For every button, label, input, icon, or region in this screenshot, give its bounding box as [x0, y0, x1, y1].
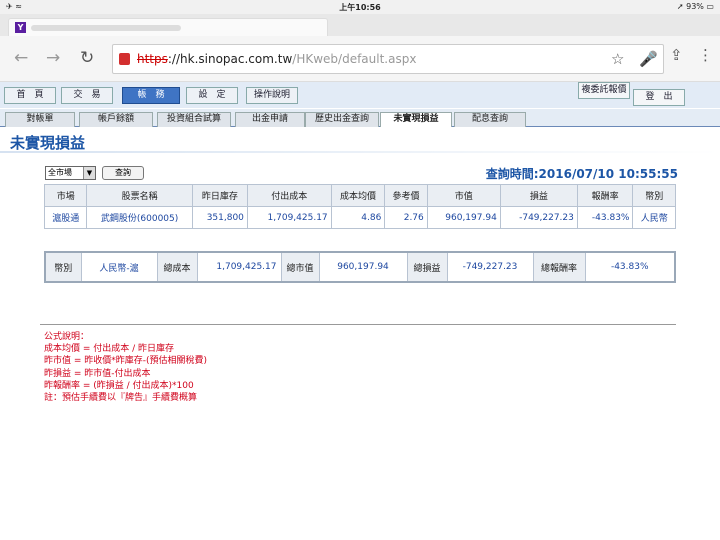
summary-pl: -749,227.23	[446, 251, 534, 283]
clock: 上午10:56	[339, 3, 381, 12]
formula-line: 成本均價 = 付出成本 / 昨日庫存	[44, 344, 175, 355]
top-menu: 首 頁 交 易 帳 務 設 定 操作說明 複委託報價 登 出	[0, 82, 720, 108]
summary-currency-label: 幣別	[44, 251, 82, 283]
col-pl: 損益	[499, 184, 578, 207]
more-menu-icon[interactable]: ⋮	[698, 46, 713, 64]
tab-unrealized-pl[interactable]: 未實現損益	[380, 112, 452, 127]
summary-currency: 人民幣-滬	[80, 251, 158, 283]
query-time: 查詢時間:2016/07/10 10:55:55	[485, 167, 678, 181]
url-text: https://hk.sinopac.com.tw/HKweb/default.…	[137, 52, 417, 66]
col-mv: 市值	[426, 184, 501, 207]
logout-button[interactable]: 登 出	[633, 89, 685, 106]
tab-withdraw[interactable]: 出金申請	[235, 112, 305, 127]
tab-portfolio[interactable]: 投資組合試算	[157, 112, 231, 127]
quote-button[interactable]: 複委託報價	[578, 82, 630, 99]
summary-mv-label: 總市值	[280, 251, 320, 283]
query-button[interactable]: 查詢	[102, 166, 144, 180]
cell-market: 滬股通	[43, 206, 88, 229]
formula-line: 昨報酬率 = (昨損益 / 付出成本)*100	[44, 380, 194, 391]
col-ref: 參考價	[384, 184, 428, 207]
chevron-down-icon: ▼	[83, 167, 95, 179]
tab-withdraw-history[interactable]: 歷史出金查詢	[305, 112, 379, 127]
cell-mv: 960,197.94	[426, 206, 501, 229]
tab-dividend[interactable]: 配息查詢	[454, 112, 526, 127]
formula-line: 昨市值 = 昨收價*昨庫存-(預估相關稅費)	[44, 356, 208, 367]
summary-table: 幣別 人民幣-滬 總成本 1,709,425.17 總市值 960,197.94…	[44, 251, 676, 283]
col-ccy: 幣別	[632, 184, 676, 207]
col-rr: 報酬率	[576, 184, 634, 207]
cell-rr: -43.83%	[576, 206, 634, 229]
menu-help[interactable]: 操作說明	[246, 87, 298, 104]
tab-balance[interactable]: 帳戶餘額	[79, 112, 153, 127]
menu-trade[interactable]: 交 易	[61, 87, 113, 104]
summary-cost-label: 總成本	[156, 251, 198, 283]
url-field[interactable]: https://hk.sinopac.com.tw/HKweb/default.…	[112, 44, 664, 74]
menu-home[interactable]: 首 頁	[4, 87, 56, 104]
table-row: 滬股通 武鋼股份(600005) 351,800 1,709,425.17 4.…	[43, 206, 676, 229]
market-select[interactable]: 全市場 ▼	[45, 166, 96, 180]
tab-title-blurred	[31, 25, 181, 31]
page-title: 未實現損益	[10, 134, 86, 152]
browser-tab-strip: Y	[0, 14, 720, 36]
col-cost: 付出成本	[246, 184, 332, 207]
yahoo-favicon-icon: Y	[15, 22, 26, 33]
holdings-table: 市場 股票名稱 昨日庫存 付出成本 成本均價 參考價 市值 損益 報酬率 幣別 …	[43, 184, 676, 229]
sub-tabs: 對帳單 帳戶餘額 投資組合試算 出金申請 歷史出金查詢 未實現損益 配息查詢	[0, 109, 720, 127]
forward-arrow-icon[interactable]: →	[46, 48, 60, 68]
bookmark-star-icon[interactable]: ☆	[611, 50, 624, 68]
status-bar: ✈ ≈ 上午10:56 ➚ 93% ▭	[0, 0, 720, 14]
cell-avg: 4.86	[330, 206, 386, 229]
title-underline	[0, 151, 720, 153]
formula-notes: 公式說明： 成本均價 = 付出成本 / 昨日庫存 昨市值 = 昨收價*昨庫存-(…	[44, 331, 207, 404]
menu-account[interactable]: 帳 務	[122, 87, 180, 104]
back-arrow-icon[interactable]: ←	[14, 48, 28, 68]
address-bar: ← → ↻ https://hk.sinopac.com.tw/HKweb/de…	[0, 36, 720, 82]
battery-indicator: ➚ 93% ▭	[676, 2, 714, 11]
cell-cost: 1,709,425.17	[246, 206, 332, 229]
summary-pl-label: 總損益	[406, 251, 448, 283]
col-qty: 昨日庫存	[191, 184, 248, 207]
menu-settings[interactable]: 設 定	[186, 87, 238, 104]
col-avg: 成本均價	[330, 184, 386, 207]
divider	[40, 324, 676, 325]
table-header-row: 市場 股票名稱 昨日庫存 付出成本 成本均價 參考價 市值 損益 報酬率 幣別	[43, 184, 676, 207]
summary-mv: 960,197.94	[318, 251, 408, 283]
summary-cost: 1,709,425.17	[196, 251, 282, 283]
reload-icon[interactable]: ↻	[80, 48, 94, 68]
summary-rr-label: 總報酬率	[532, 251, 586, 283]
tab-statement[interactable]: 對帳單	[5, 112, 75, 127]
cell-qty: 351,800	[191, 206, 248, 229]
col-market: 市場	[43, 184, 88, 207]
microphone-icon[interactable]: 🎤	[639, 50, 658, 68]
summary-row: 幣別 人民幣-滬 總成本 1,709,425.17 總市值 960,197.94…	[44, 251, 676, 283]
cell-ccy: 人民幣	[632, 206, 676, 229]
formula-note: 註：預估手續費以『牌告』手續費概算	[44, 393, 198, 404]
col-stock: 股票名稱	[86, 184, 193, 207]
browser-tab[interactable]: Y	[8, 18, 328, 36]
cell-pl: -749,227.23	[499, 206, 578, 229]
cell-ref: 2.76	[384, 206, 428, 229]
summary-rr: -43.83%	[584, 251, 676, 283]
cell-stock[interactable]: 武鋼股份(600005)	[86, 206, 193, 229]
formula-title: 公式說明：	[44, 332, 90, 342]
formula-line: 昨損益 = 昨市值-付出成本	[44, 368, 151, 379]
lock-icon	[119, 53, 130, 65]
share-icon[interactable]: ⇪	[670, 46, 683, 64]
